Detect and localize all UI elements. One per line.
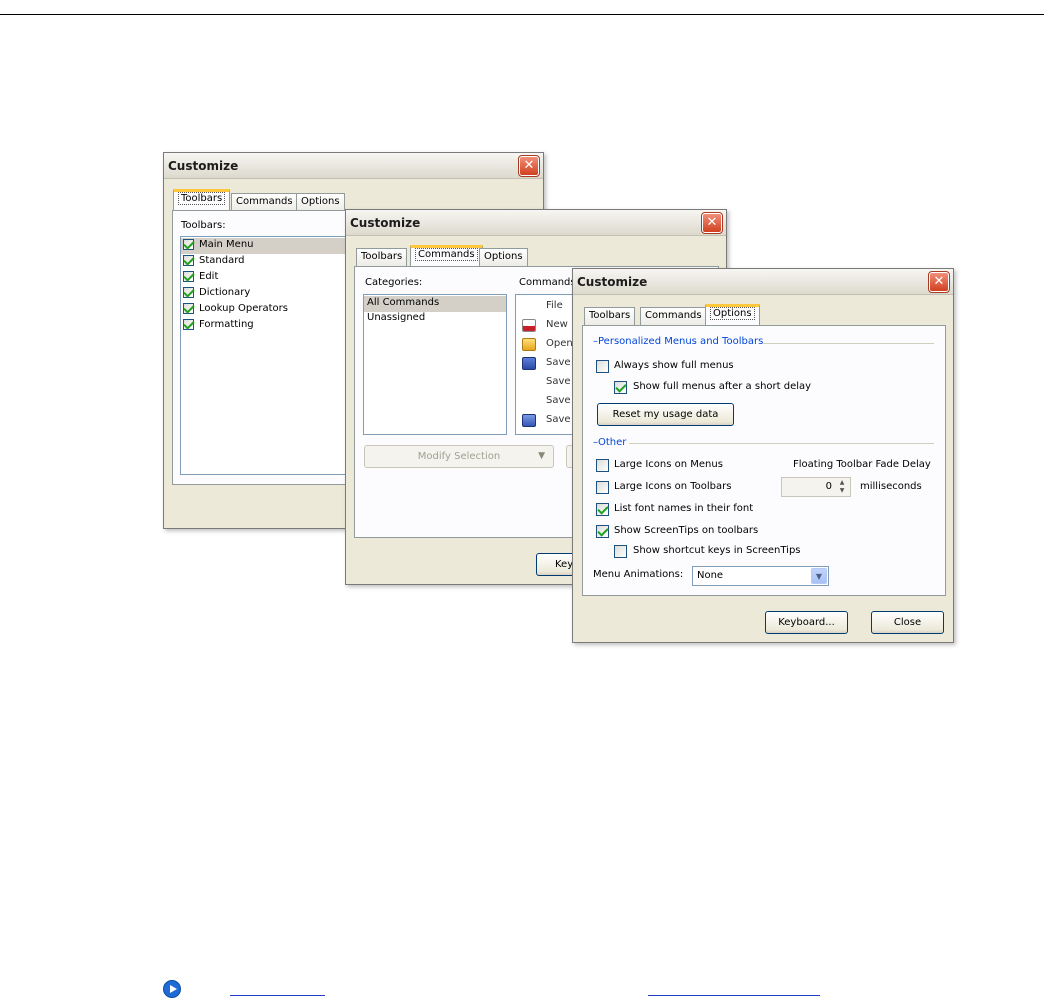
list-item[interactable]: Lookup Operators: [181, 302, 359, 318]
reset-usage-button[interactable]: Reset my usage data: [597, 403, 734, 426]
always-full-menus-checkbox[interactable]: [596, 360, 609, 373]
checkbox[interactable]: [183, 287, 194, 298]
toolbars-list[interactable]: Main Menu Standard Edit Dictionary Looku…: [180, 236, 360, 475]
toolbars-list-label: Toolbars:: [181, 220, 226, 231]
show-shortcut-keys-label: Show shortcut keys in ScreenTips: [633, 545, 801, 556]
fade-delay-stepper[interactable]: 0 ▲ ▼: [781, 477, 851, 497]
list-font-names-checkbox[interactable]: [596, 503, 609, 516]
tab-commands[interactable]: Commands: [231, 193, 298, 211]
group-header-other: –Other: [593, 437, 627, 448]
list-item[interactable]: All Commands: [364, 296, 506, 312]
large-icons-toolbars-checkbox[interactable]: [596, 481, 609, 494]
dialog-title: Customize: [577, 275, 648, 289]
large-icons-toolbars-label: Large Icons on Toolbars: [614, 481, 732, 492]
tab-commands[interactable]: Commands: [410, 245, 483, 266]
tab-panel: –Personalized Menus and Toolbars Always …: [582, 325, 946, 596]
list-item[interactable]: Dictionary: [181, 286, 359, 302]
title-bar[interactable]: Customize ✕: [164, 153, 543, 179]
menu-animations-label: Menu Animations:: [593, 569, 684, 580]
stepper-up-icon[interactable]: ▲: [835, 479, 849, 487]
group-header-personalized: –Personalized Menus and Toolbars: [593, 336, 764, 347]
categories-list[interactable]: All Commands Unassigned: [363, 294, 507, 435]
dialog-title: Customize: [168, 159, 239, 173]
divider: [763, 343, 934, 344]
show-screentips-label: Show ScreenTips on toolbars: [614, 525, 759, 536]
close-icon[interactable]: ✕: [928, 271, 950, 293]
large-icons-menus-label: Large Icons on Menus: [614, 459, 723, 470]
chevron-down-icon[interactable]: ▼: [811, 568, 827, 584]
checkbox[interactable]: [183, 239, 194, 250]
floppy-disk-icon: [522, 357, 536, 370]
tab-toolbars[interactable]: Toolbars: [584, 307, 636, 325]
tab-options[interactable]: Options: [296, 193, 345, 211]
keyboard-button[interactable]: Keyboard...: [765, 611, 848, 634]
large-icons-menus-checkbox[interactable]: [596, 459, 609, 472]
list-item[interactable]: Formatting: [181, 318, 359, 334]
milliseconds-label: milliseconds: [860, 481, 922, 492]
list-item[interactable]: Edit: [181, 270, 359, 286]
dropdown-arrow-icon: ▼: [538, 451, 545, 461]
menu-animations-select[interactable]: None ▼: [692, 566, 829, 586]
title-bar[interactable]: Customize ✕: [346, 210, 726, 236]
title-bar[interactable]: Customize ✕: [573, 269, 953, 295]
show-shortcut-keys-checkbox[interactable]: [614, 545, 627, 558]
close-button[interactable]: Close: [871, 611, 944, 634]
checkbox[interactable]: [183, 271, 194, 282]
list-item[interactable]: Unassigned: [364, 312, 506, 328]
full-menus-delay-label: Show full menus after a short delay: [633, 381, 812, 392]
customize-dialog-options: Customize ✕ Toolbars Commands Options –P…: [572, 268, 954, 643]
new-doc-icon: [522, 319, 536, 332]
link-underline[interactable]: [230, 995, 325, 996]
modify-selection-button[interactable]: Modify Selection ▼: [364, 445, 554, 468]
dialog-title: Customize: [350, 216, 421, 230]
stepper-down-icon[interactable]: ▼: [835, 487, 849, 495]
tab-options[interactable]: Options: [479, 248, 528, 266]
full-menus-delay-checkbox[interactable]: [614, 381, 627, 394]
list-font-names-label: List font names in their font: [614, 503, 754, 514]
commands-label: Commands: [519, 277, 576, 288]
list-item[interactable]: Standard: [181, 254, 359, 270]
checkbox[interactable]: [183, 303, 194, 314]
save-all-icon: [522, 414, 536, 427]
close-icon[interactable]: ✕: [518, 155, 540, 177]
close-icon[interactable]: ✕: [701, 212, 723, 234]
tab-commands[interactable]: Commands: [640, 307, 707, 325]
categories-label: Categories:: [365, 277, 423, 288]
always-full-menus-label: Always show full menus: [614, 360, 734, 371]
tab-toolbars[interactable]: Toolbars: [173, 189, 231, 210]
checkbox[interactable]: [183, 255, 194, 266]
tab-options[interactable]: Options: [705, 304, 760, 325]
fade-delay-label: Floating Toolbar Fade Delay: [793, 459, 931, 470]
open-folder-icon: [522, 338, 536, 351]
play-arrow-icon[interactable]: [163, 980, 181, 998]
top-rule: [0, 14, 1044, 15]
list-item[interactable]: Main Menu: [181, 238, 359, 254]
divider: [629, 443, 934, 444]
link-underline[interactable]: [648, 995, 820, 996]
show-screentips-checkbox[interactable]: [596, 525, 609, 538]
tab-toolbars[interactable]: Toolbars: [356, 248, 408, 266]
checkbox[interactable]: [183, 319, 194, 330]
